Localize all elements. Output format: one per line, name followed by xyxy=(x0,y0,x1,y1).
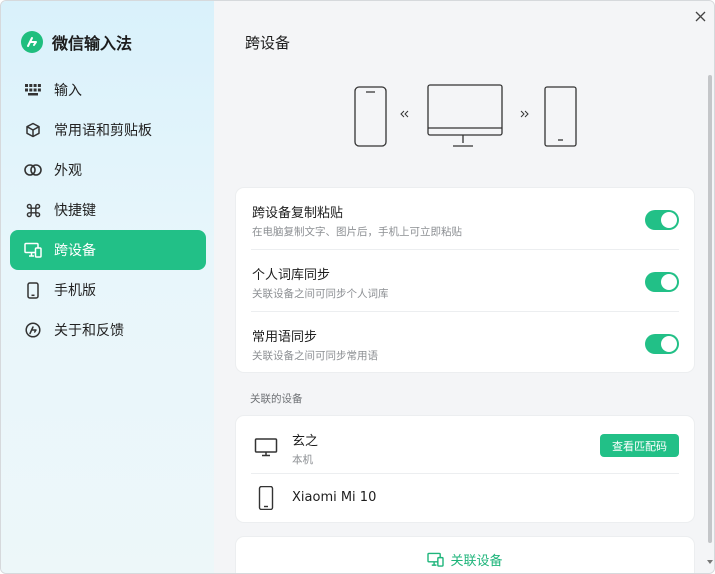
page-title: 跨设备 xyxy=(245,34,291,52)
phrases-sync-toggle[interactable] xyxy=(645,334,679,354)
command-icon xyxy=(24,201,42,219)
app-logo-icon xyxy=(21,31,43,53)
main-panel: 跨设备 跨设备复制粘贴 在电脑复制文字、图片后，手机上可立即粘贴 个人词库同步 … xyxy=(214,1,714,573)
sidebar-item-label: 跨设备 xyxy=(54,243,96,259)
close-icon xyxy=(695,11,705,21)
setting-description: 关联设备之间可同步个人词库 xyxy=(252,288,389,300)
devices-section-label: 关联的设备 xyxy=(250,393,303,405)
view-match-code-button[interactable]: 查看匹配码 xyxy=(600,434,679,457)
sidebar-item-label: 手机版 xyxy=(54,283,96,299)
scroll-down-arrow-icon[interactable] xyxy=(707,559,713,565)
close-button[interactable] xyxy=(692,8,708,24)
device-name: 玄之 xyxy=(292,434,319,449)
sidebar-item-label: 常用语和剪贴板 xyxy=(54,123,152,139)
copy-paste-toggle[interactable] xyxy=(645,210,679,230)
sidebar: 微信输入法 输入 常用语和剪贴板 外观 快捷键 跨设备 手机版 关于和反馈 xyxy=(1,1,214,573)
link-device-label: 关联设备 xyxy=(450,553,503,569)
devices-icon xyxy=(24,241,42,259)
dictionary-sync-toggle[interactable] xyxy=(645,272,679,292)
setting-description: 在电脑复制文字、图片后，手机上可立即粘贴 xyxy=(252,226,462,238)
device-row: Xiaomi Mi 10 xyxy=(251,474,679,523)
device-name: Xiaomi Mi 10 xyxy=(292,490,377,505)
setting-title: 常用语同步 xyxy=(252,330,318,345)
device-row: 玄之 本机 查看匹配码 xyxy=(251,416,679,474)
phone-icon xyxy=(24,281,42,299)
sidebar-item-shortcuts[interactable]: 快捷键 xyxy=(10,190,206,230)
app-name: 微信输入法 xyxy=(52,34,133,53)
circles-icon xyxy=(24,161,42,179)
setting-row-copy-paste: 跨设备复制粘贴 在电脑复制文字、图片后，手机上可立即粘贴 xyxy=(251,188,679,250)
devices-icon xyxy=(427,552,445,567)
sidebar-item-label: 关于和反馈 xyxy=(54,323,124,339)
settings-card: 跨设备复制粘贴 在电脑复制文字、图片后，手机上可立即粘贴 个人词库同步 关联设备… xyxy=(235,187,695,373)
devices-card: 玄之 本机 查看匹配码 Xiaomi Mi 10 xyxy=(235,415,695,523)
scrollbar[interactable] xyxy=(708,75,712,543)
brand: 微信输入法 xyxy=(21,30,132,54)
sidebar-item-input[interactable]: 输入 xyxy=(10,70,206,110)
app-window: 微信输入法 输入 常用语和剪贴板 外观 快捷键 跨设备 手机版 关于和反馈 跨设… xyxy=(0,0,715,574)
setting-description: 关联设备之间可同步常用语 xyxy=(252,350,378,362)
cube-icon xyxy=(24,121,42,139)
cross-device-illustration xyxy=(354,84,577,147)
setting-title: 个人词库同步 xyxy=(252,268,331,283)
sidebar-item-label: 输入 xyxy=(54,83,82,99)
setting-row-dictionary-sync: 个人词库同步 关联设备之间可同步个人词库 xyxy=(251,250,679,312)
link-device-button[interactable]: 关联设备 xyxy=(236,537,694,573)
sidebar-item-label: 外观 xyxy=(54,163,82,179)
sidebar-item-phrases-clipboard[interactable]: 常用语和剪贴板 xyxy=(10,110,206,150)
monitor-icon xyxy=(254,438,278,457)
setting-title: 跨设备复制粘贴 xyxy=(252,206,344,221)
about-logo-icon xyxy=(24,321,42,339)
phone-icon xyxy=(258,486,274,510)
keyboard-icon xyxy=(24,81,42,99)
sidebar-nav: 输入 常用语和剪贴板 外观 快捷键 跨设备 手机版 关于和反馈 xyxy=(10,70,206,350)
sidebar-item-cross-device[interactable]: 跨设备 xyxy=(10,230,206,270)
sidebar-item-about-feedback[interactable]: 关于和反馈 xyxy=(10,310,206,350)
sidebar-item-appearance[interactable]: 外观 xyxy=(10,150,206,190)
sidebar-item-mobile[interactable]: 手机版 xyxy=(10,270,206,310)
link-device-card: 关联设备 xyxy=(235,536,695,573)
sidebar-item-label: 快捷键 xyxy=(54,203,96,219)
setting-row-phrases-sync: 常用语同步 关联设备之间可同步常用语 xyxy=(251,312,679,374)
device-subtitle: 本机 xyxy=(292,454,313,466)
